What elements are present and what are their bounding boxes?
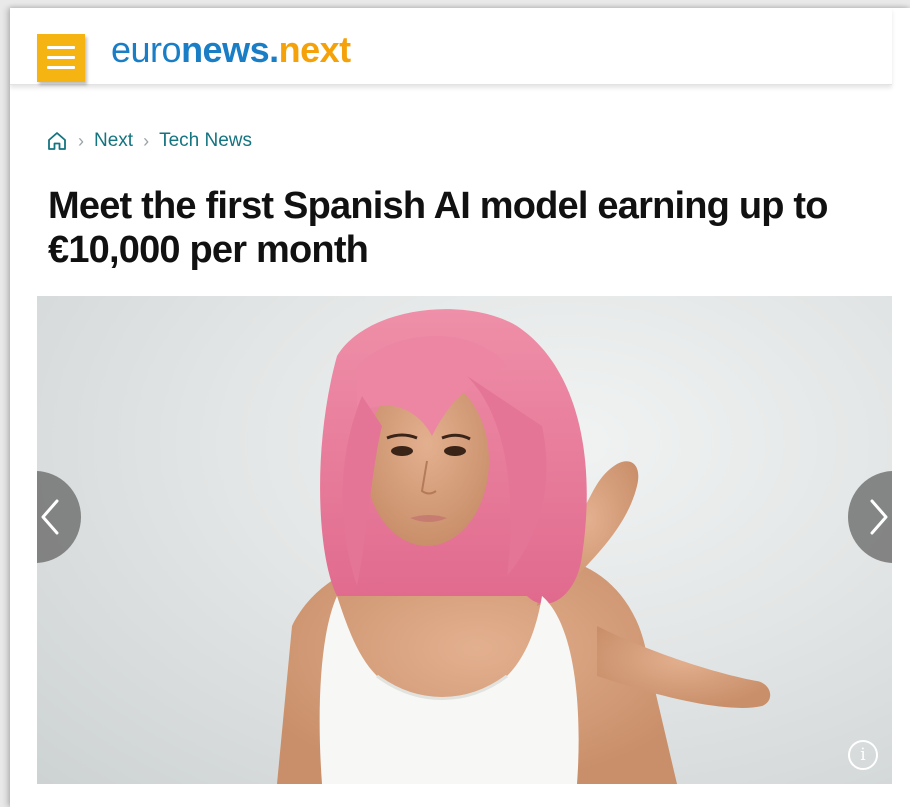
site-header: euronews.next [10, 8, 892, 85]
hamburger-menu-button[interactable] [37, 34, 85, 82]
logo-text-news: news. [181, 29, 279, 70]
breadcrumb-link-tech-news[interactable]: Tech News [159, 130, 252, 152]
gallery-next-button[interactable] [848, 471, 892, 563]
logo-text-next: next [278, 29, 352, 70]
hero-image-gallery[interactable]: i [37, 296, 892, 784]
menu-bar [47, 56, 75, 59]
portrait-photo [277, 309, 771, 784]
logo-text-euro: euro [111, 29, 182, 70]
chevron-right-icon [870, 499, 888, 535]
chevron-right-icon: › [143, 130, 150, 151]
chevron-right-icon: › [78, 130, 84, 151]
gallery-prev-button[interactable] [37, 471, 81, 563]
chevron-left-icon [41, 499, 59, 535]
article-page: euronews.next › Next › Tech News Meet th… [10, 8, 910, 807]
site-logo[interactable]: euronews.next [111, 28, 351, 72]
article-title: Meet the first Spanish AI model earning … [48, 185, 828, 271]
info-icon[interactable]: i [848, 740, 878, 770]
home-icon[interactable] [46, 130, 68, 152]
breadcrumb: › Next › Tech News [46, 130, 252, 152]
menu-bar [47, 46, 75, 49]
breadcrumb-link-next[interactable]: Next [94, 130, 133, 152]
menu-bar [47, 66, 75, 69]
